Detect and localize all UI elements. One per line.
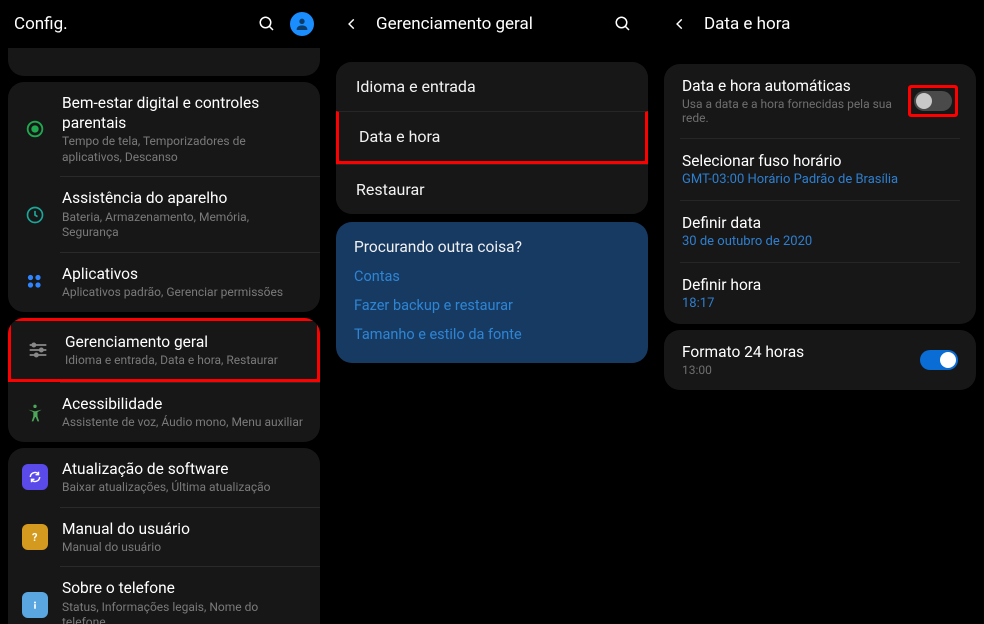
row-set-date[interactable]: Definir data 30 de outubro de 2020 <box>664 201 976 262</box>
wellbeing-icon <box>22 116 48 142</box>
profile-avatar-icon[interactable] <box>290 12 314 36</box>
settings-group-3: Atualização de software Baixar atualizaç… <box>8 448 320 624</box>
suggestion-card: Procurando outra coisa? Contas Fazer bac… <box>336 222 648 363</box>
row-title: Aplicativos <box>62 264 304 284</box>
panel1-header: Config. <box>0 0 328 48</box>
row-title: Sobre o telefone <box>62 578 304 598</box>
row-sub: Aplicativos padrão, Gerenciar permissões <box>62 285 304 301</box>
row-title: Selecionar fuso horário <box>682 152 958 170</box>
item-date-time[interactable]: Data e hora <box>336 111 648 164</box>
settings-item-software-update[interactable]: Atualização de software Baixar atualizaç… <box>8 448 320 507</box>
row-sub: Bateria, Armazenamento, Memória, Seguran… <box>62 210 304 241</box>
accessibility-icon <box>22 400 48 426</box>
general-management-panel: Gerenciamento geral Idioma e entrada Dat… <box>328 0 656 624</box>
row-sub: Assistente de voz, Áudio mono, Menu auxi… <box>62 415 304 431</box>
device-care-icon <box>22 202 48 228</box>
manual-icon: ? <box>22 524 48 550</box>
general-management-list: Idioma e entrada Data e hora Restaurar <box>336 62 648 214</box>
row-title: Gerenciamento geral <box>65 332 301 352</box>
row-sub: 30 de outubro de 2020 <box>682 234 958 249</box>
row-sub: 13:00 <box>682 363 920 377</box>
row-set-time[interactable]: Definir hora 18:17 <box>664 263 976 324</box>
row-24h-format[interactable]: Formato 24 horas 13:00 <box>664 330 976 390</box>
row-sub: Tempo de tela, Temporizadores de aplicat… <box>62 134 304 165</box>
settings-group-2: Gerenciamento geral Idioma e entrada, Da… <box>8 318 320 442</box>
settings-item-about[interactable]: Sobre o telefone Status, Informações leg… <box>8 567 320 624</box>
settings-panel: Config. Bem-estar digital e controles pa… <box>0 0 328 624</box>
scroll-top-hint <box>8 48 320 76</box>
row-title: Definir hora <box>682 276 958 294</box>
row-sub: Baixar atualizações, Última atualização <box>62 480 304 496</box>
row-title: Acessibilidade <box>62 394 304 414</box>
apps-icon <box>22 269 48 295</box>
back-icon[interactable] <box>670 15 690 33</box>
suggestion-link-accounts[interactable]: Contas <box>354 268 630 285</box>
suggestion-title: Procurando outra coisa? <box>354 238 630 256</box>
row-auto-date-time[interactable]: Data e hora automáticas Usa a data e a h… <box>664 64 976 138</box>
back-icon[interactable] <box>342 15 362 33</box>
suggestion-link-font[interactable]: Tamanho e estilo da fonte <box>354 326 630 343</box>
settings-item-wellbeing[interactable]: Bem-estar digital e controles parentais … <box>8 82 320 176</box>
svg-text:?: ? <box>32 531 38 544</box>
settings-group-1: Bem-estar digital e controles parentais … <box>8 82 320 312</box>
row-sub: 18:17 <box>682 296 958 311</box>
panel1-title: Config. <box>14 14 256 34</box>
row-title: Assistência do aparelho <box>62 188 304 208</box>
row-title: Manual do usuário <box>62 519 304 539</box>
software-update-icon <box>22 464 48 490</box>
search-icon[interactable] <box>256 15 278 33</box>
row-sub: Manual do usuário <box>62 540 304 556</box>
settings-item-general-management[interactable]: Gerenciamento geral Idioma e entrada, Da… <box>8 318 320 383</box>
row-title: Atualização de software <box>62 459 304 479</box>
auto-date-time-toggle[interactable] <box>914 91 952 111</box>
row-sub: GMT-03:00 Horário Padrão de Brasília <box>682 172 958 187</box>
panel3-header: Data e hora <box>656 0 984 48</box>
settings-item-manual[interactable]: ? Manual do usuário Manual do usuário <box>8 508 320 567</box>
panel2-title: Gerenciamento geral <box>376 14 612 34</box>
date-time-panel: Data e hora Data e hora automáticas Usa … <box>656 0 984 624</box>
row-timezone[interactable]: Selecionar fuso horário GMT-03:00 Horári… <box>664 139 976 200</box>
auto-toggle-highlight <box>908 85 958 117</box>
row-title: Bem-estar digital e controles parentais <box>62 93 304 133</box>
date-time-group-2: Formato 24 horas 13:00 <box>664 330 976 390</box>
row-sub: Status, Informações legais, Nome do tele… <box>62 600 304 624</box>
row-title: Definir data <box>682 214 958 232</box>
row-title: Data e hora automáticas <box>682 77 908 95</box>
item-language-input[interactable]: Idioma e entrada <box>336 62 648 111</box>
panel2-header: Gerenciamento geral <box>328 0 656 48</box>
suggestion-link-backup[interactable]: Fazer backup e restaurar <box>354 297 630 314</box>
panel3-title: Data e hora <box>704 14 970 34</box>
general-management-icon <box>25 337 51 363</box>
search-icon[interactable] <box>612 15 634 33</box>
settings-item-apps[interactable]: Aplicativos Aplicativos padrão, Gerencia… <box>8 253 320 312</box>
row-sub: Idioma e entrada, Data e hora, Restaurar <box>65 353 301 369</box>
about-phone-icon <box>22 592 48 618</box>
row-sub: Usa a data e a hora fornecidas pela sua … <box>682 97 908 125</box>
item-reset[interactable]: Restaurar <box>336 164 648 214</box>
settings-item-device-care[interactable]: Assistência do aparelho Bateria, Armazen… <box>8 177 320 251</box>
row-title: Formato 24 horas <box>682 343 920 361</box>
format-24h-toggle[interactable] <box>920 350 958 370</box>
settings-item-accessibility[interactable]: Acessibilidade Assistente de voz, Áudio … <box>8 383 320 442</box>
date-time-group-1: Data e hora automáticas Usa a data e a h… <box>664 64 976 324</box>
